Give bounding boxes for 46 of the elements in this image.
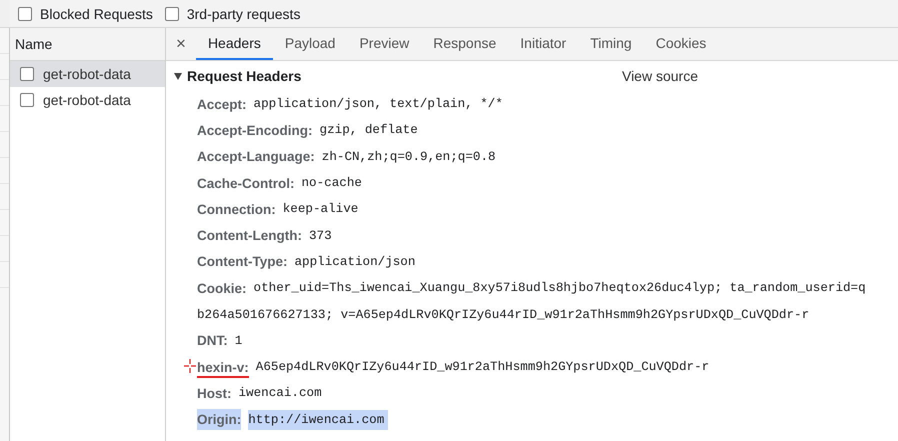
header-value: application/json, text/plain, */* [254,96,503,114]
request-row[interactable]: get-robot-data [10,87,165,113]
crosshair-cursor-icon [184,358,196,373]
view-source-link[interactable]: View source [622,68,698,84]
filter-checkbox[interactable]: 3rd-party requests [164,6,300,22]
request-name: get-robot-data [43,92,131,108]
tab[interactable]: Cookies [644,28,718,60]
header-value: other_uid=Ths_iwencai_Xuangu_8xy57i8udls8hjbo7heqtox26duc4lyp; ta_random_userid=q [254,280,866,298]
header-value: A65ep4dLRv0KQrIZy6u44rID_w91r2aThHsmm9h2GYpsrUDxQD_CuVQDdr-r [256,359,710,376]
header-value: zh-CN,zh;q=0.9,en;q=0.8 [322,148,496,166]
tab[interactable]: Payload [272,28,348,60]
header-value: iwencai.com [238,385,322,402]
section-title: Request Headers [187,68,302,84]
header-name: Host: [197,384,232,403]
header-name: Connection: [197,200,276,219]
tab[interactable]: Preview [347,28,422,60]
row-checkbox[interactable] [20,93,34,107]
header-value: 1 [234,332,242,350]
tab[interactable]: Response [421,28,508,60]
header-value: b264a501676627133; v=A65ep4dLRv0KQrIZy6u44rID_w91r2aThHsmm9h2GYpsrUDxQD_CuVQDdr-r [197,306,810,324]
request-row[interactable]: get-robot-data [10,61,165,87]
header-name: Content-Length: [197,227,302,246]
header-value: http://iwencai.com [248,410,388,430]
tab[interactable]: Timing [578,28,644,60]
header-name: DNT: [197,332,228,350]
tab[interactable]: Headers [196,28,273,60]
header-name: Cache-Control: [197,174,294,193]
header-name: Cookie: [197,280,247,298]
header-name: Content-Type: [197,253,288,272]
close-button[interactable]: × [166,28,196,60]
header-name: Accept-Encoding: [197,122,313,140]
tab[interactable]: Initiator [508,28,578,60]
request-name: get-robot-data [43,66,131,82]
header-value: application/json [294,254,416,271]
column-header: Name [10,28,165,61]
header-value: keep-alive [282,201,358,218]
header-value: gzip, deflate [320,122,418,140]
expand-triangle-icon[interactable] [173,71,183,81]
header-name: Origin: [197,409,242,430]
header-name: Accept-Language: [197,148,315,166]
header-name: hexin-v: [197,356,249,378]
header-value: no-cache [302,175,362,192]
row-checkbox[interactable] [20,67,34,81]
filter-checkbox[interactable]: Blocked Requests [18,6,153,22]
header-name: Accept: [197,96,247,114]
header-value: 373 [308,228,332,245]
